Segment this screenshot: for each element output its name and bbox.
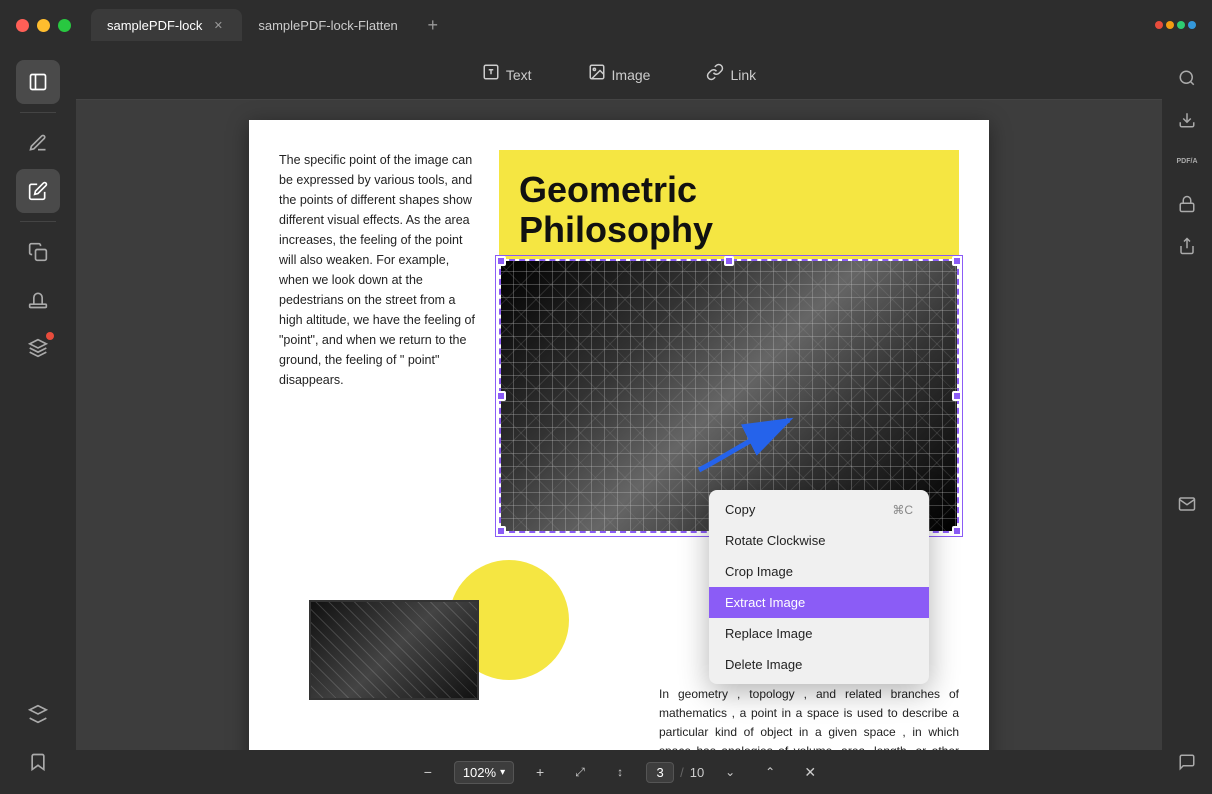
page-top: The specific point of the image can be e… xyxy=(279,150,959,533)
tab-2[interactable]: samplePDF-lock-Flatten xyxy=(242,10,413,41)
context-copy-label: Copy xyxy=(725,502,755,517)
handle-bl[interactable] xyxy=(496,526,506,536)
dot-orange xyxy=(1166,21,1174,29)
context-delete-label: Delete Image xyxy=(725,657,802,672)
titlebar-icons xyxy=(1155,21,1196,29)
handle-mr[interactable] xyxy=(952,391,962,401)
main-layout: Text Image Link xyxy=(0,50,1212,794)
image-icon xyxy=(588,63,606,86)
content-area: The specific point of the image can be e… xyxy=(76,100,1162,794)
comment-icon[interactable] xyxy=(1169,744,1205,780)
right-sidebar: PDF/A xyxy=(1162,50,1212,794)
left-paragraph: The specific point of the image can be e… xyxy=(279,150,479,390)
link-icon xyxy=(706,63,724,86)
yellow-header: GeometricPhilosophy xyxy=(499,150,959,259)
page-separator: / xyxy=(680,765,684,780)
search-icon[interactable] xyxy=(1169,60,1205,96)
body-text: In geometry , topology , and related bra… xyxy=(659,685,959,750)
left-sidebar xyxy=(0,50,76,794)
app-indicator xyxy=(1155,21,1196,29)
handle-tr[interactable] xyxy=(952,256,962,266)
sidebar-icon-stamp[interactable] xyxy=(16,278,60,322)
context-replace[interactable]: Replace Image xyxy=(709,618,929,649)
handle-tl[interactable] xyxy=(496,256,506,266)
left-text-block: The specific point of the image can be e… xyxy=(279,150,479,533)
zoom-value: 102% xyxy=(463,765,496,780)
tab-1-close[interactable]: ✕ xyxy=(210,17,226,33)
pdfa-icon[interactable]: PDF/A xyxy=(1169,144,1205,180)
sidebar-icon-book[interactable] xyxy=(16,60,60,104)
page-container: The specific point of the image can be e… xyxy=(249,120,989,750)
handle-ml[interactable] xyxy=(496,391,506,401)
toolbar: Text Image Link xyxy=(76,50,1162,100)
context-menu: Copy ⌘C Rotate Clockwise Crop Image Extr… xyxy=(709,490,929,684)
notification-badge xyxy=(46,332,54,340)
maximize-button[interactable] xyxy=(58,19,71,32)
sidebar-icon-layers[interactable] xyxy=(16,326,60,370)
titlebar: samplePDF-lock ✕ samplePDF-lock-Flatten … xyxy=(0,0,1212,50)
fit-width-button[interactable]: ↕ xyxy=(606,758,634,786)
toolbar-text-label: Text xyxy=(506,67,532,83)
context-extract-label: Extract Image xyxy=(725,595,805,610)
context-extract[interactable]: Extract Image xyxy=(709,587,929,618)
import-icon[interactable] xyxy=(1169,102,1205,138)
context-crop[interactable]: Crop Image xyxy=(709,556,929,587)
tabs-area: samplePDF-lock ✕ samplePDF-lock-Flatten … xyxy=(91,9,1155,41)
toolbar-image[interactable]: Image xyxy=(576,57,663,92)
zoom-out-button[interactable]: − xyxy=(414,758,442,786)
dot-blue xyxy=(1188,21,1196,29)
minimize-button[interactable] xyxy=(37,19,50,32)
context-rotate[interactable]: Rotate Clockwise xyxy=(709,525,929,556)
dot-red xyxy=(1155,21,1163,29)
sidebar-bottom xyxy=(16,692,60,784)
prev-page-button[interactable]: ⌄ xyxy=(716,758,744,786)
context-replace-label: Replace Image xyxy=(725,626,812,641)
page-input[interactable] xyxy=(646,762,674,783)
zoom-display: 102% ▾ xyxy=(454,761,514,784)
handle-tm[interactable] xyxy=(724,256,734,266)
zoom-in-button[interactable]: + xyxy=(526,758,554,786)
page-navigation: / 10 xyxy=(646,762,704,783)
sidebar-icon-bookmark[interactable] xyxy=(16,740,60,784)
tab-1[interactable]: samplePDF-lock ✕ xyxy=(91,9,242,41)
zoom-chevron: ▾ xyxy=(500,767,505,778)
toolbar-link-label: Link xyxy=(730,67,756,83)
context-copy[interactable]: Copy ⌘C xyxy=(709,494,929,525)
toolbar-text[interactable]: Text xyxy=(470,57,544,92)
page-title: GeometricPhilosophy xyxy=(519,170,939,249)
sidebar-icon-layers2[interactable] xyxy=(16,692,60,736)
traffic-lights xyxy=(16,19,71,32)
small-image-decoration xyxy=(309,600,479,700)
tab-2-label: samplePDF-lock-Flatten xyxy=(258,18,397,33)
dot-green xyxy=(1177,21,1185,29)
context-crop-label: Crop Image xyxy=(725,564,793,579)
close-button[interactable] xyxy=(16,19,29,32)
context-delete[interactable]: Delete Image xyxy=(709,649,929,680)
sidebar-icon-pencil[interactable] xyxy=(16,121,60,165)
sidebar-icon-edit[interactable] xyxy=(16,169,60,213)
next-page-button[interactable]: ⌃ xyxy=(756,758,784,786)
handle-br[interactable] xyxy=(952,526,962,536)
blue-arrow xyxy=(679,400,809,490)
fit-page-button[interactable]: ⤢ xyxy=(566,758,594,786)
context-rotate-label: Rotate Clockwise xyxy=(725,533,825,548)
add-tab-button[interactable]: + xyxy=(422,14,444,36)
sidebar-icon-copy[interactable] xyxy=(16,230,60,274)
sidebar-divider-2 xyxy=(20,221,56,222)
context-copy-shortcut: ⌘C xyxy=(892,503,913,517)
toolbar-link[interactable]: Link xyxy=(694,57,768,92)
page-total: 10 xyxy=(690,765,704,780)
share-icon[interactable] xyxy=(1169,228,1205,264)
toolbar-image-label: Image xyxy=(612,67,651,83)
sidebar-divider-1 xyxy=(20,112,56,113)
tab-1-label: samplePDF-lock xyxy=(107,18,202,33)
email-icon[interactable] xyxy=(1169,486,1205,522)
close-bar-button[interactable]: ✕ xyxy=(796,758,824,786)
lock-icon[interactable] xyxy=(1169,186,1205,222)
text-icon xyxy=(482,63,500,86)
pdf-canvas: The specific point of the image can be e… xyxy=(76,100,1162,750)
bottom-bar: − 102% ▾ + ⤢ ↕ / 10 ⌄ ⌃ ✕ xyxy=(76,750,1162,794)
